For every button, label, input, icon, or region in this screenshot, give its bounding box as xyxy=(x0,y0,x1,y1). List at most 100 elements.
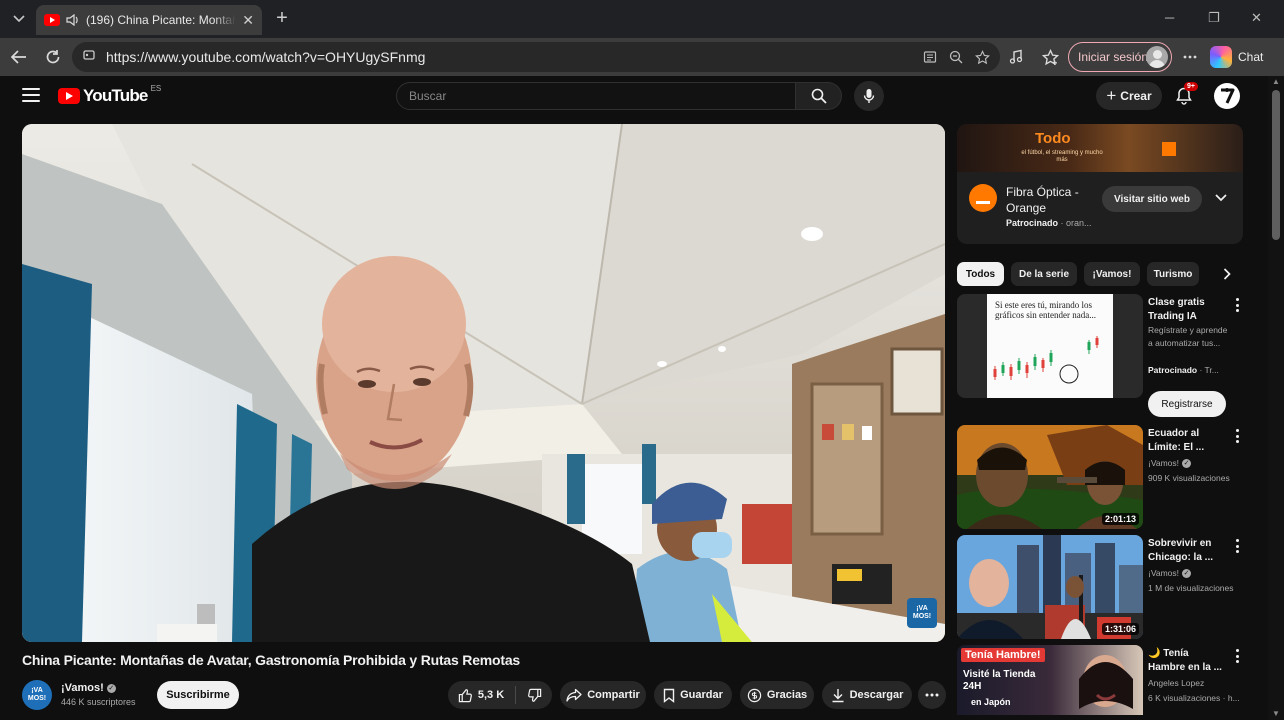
tab-close-icon[interactable]: ✕ xyxy=(242,13,254,27)
thanks-button[interactable]: Gracias xyxy=(740,681,814,709)
recommendation-item[interactable]: 2:01:13 Ecuador al Límite: El ... ¡Vamos… xyxy=(957,425,1243,531)
more-actions-button[interactable] xyxy=(918,681,946,709)
video-title: China Picante: Montañas de Avatar, Gastr… xyxy=(22,652,521,668)
video-player[interactable]: ¡VA MOS! xyxy=(22,124,945,642)
orange-logo-icon xyxy=(1162,142,1176,156)
sponsored-thumbnail[interactable]: Si este eres tú, mirando los gráficos si… xyxy=(957,294,1143,398)
new-tab-plus-icon[interactable]: + xyxy=(270,7,294,31)
youtube-logo[interactable]: YouTube ES xyxy=(58,84,161,106)
recommendation-thumbnail[interactable]: 2:01:13 xyxy=(957,425,1143,529)
dislike-button[interactable] xyxy=(527,688,542,703)
address-toolbar: https://www.youtube.com/watch?v=OHYUgySF… xyxy=(0,38,1284,76)
ad-meta: Patrocinado · oran... xyxy=(1006,218,1092,228)
recommendation-channel[interactable]: ¡Vamos! ✓ xyxy=(1148,458,1192,468)
download-button[interactable]: Descargar xyxy=(822,681,912,709)
video-frame xyxy=(22,124,945,642)
account-avatar[interactable] xyxy=(1214,83,1240,109)
register-button[interactable]: Registrarse xyxy=(1148,391,1226,417)
copilot-chat-button[interactable]: Chat xyxy=(1210,44,1263,70)
share-button[interactable]: Compartir xyxy=(560,681,646,709)
chip-de-la-serie[interactable]: De la serie xyxy=(1011,262,1077,286)
reader-view-icon[interactable] xyxy=(922,49,938,65)
notifications-button[interactable]: 9+ xyxy=(1172,82,1198,108)
speaker-icon[interactable] xyxy=(66,14,80,26)
back-arrow-icon[interactable] xyxy=(8,46,30,68)
zoom-icon[interactable] xyxy=(948,49,964,65)
scroll-up-arrow-icon[interactable]: ▲ xyxy=(1272,78,1280,86)
account-logo-icon xyxy=(1221,88,1235,104)
thumb-headline: Tenía Hambre! xyxy=(961,648,1045,662)
recommendation-channel[interactable]: ¡Vamos! ✓ xyxy=(1148,568,1192,578)
subscriber-count: 446 K suscriptores xyxy=(61,697,136,707)
scrollbar-thumb[interactable] xyxy=(1272,90,1280,240)
chip-turismo[interactable]: Turismo xyxy=(1147,262,1199,286)
voice-search-button[interactable] xyxy=(854,81,884,111)
channel-name[interactable]: ¡Vamos! ✓ xyxy=(61,682,116,694)
recommendation-thumbnail[interactable]: 1:31:06 xyxy=(957,535,1143,639)
recommendation-thumbnail[interactable]: Tenía Hambre! Visité la Tienda 24H en Ja… xyxy=(957,645,1143,715)
ad-banner-headline: Todo xyxy=(1035,130,1071,147)
address-bar[interactable]: https://www.youtube.com/watch?v=OHYUgySF… xyxy=(72,42,1000,72)
recommendation-channel[interactable]: Angeles Lopez xyxy=(1148,678,1204,688)
favorites-collection-icon[interactable] xyxy=(1040,47,1060,67)
recommendation-item[interactable]: 1:31:06 Sobrevivir en Chicago: la ... ¡V… xyxy=(957,535,1243,641)
like-button[interactable]: 5,3 K xyxy=(458,688,504,703)
sponsored-meta: Patrocinado · Tr... xyxy=(1148,365,1219,375)
recommendation-channel-name: Angeles Lopez xyxy=(1148,678,1205,688)
scroll-down-arrow-icon[interactable]: ▼ xyxy=(1272,710,1280,718)
guide-menu-icon[interactable] xyxy=(22,88,40,102)
recommendation-more-icon[interactable] xyxy=(1233,429,1241,443)
bookmark-icon xyxy=(663,688,675,703)
create-button[interactable]: + Crear xyxy=(1096,82,1162,110)
channel-avatar[interactable]: ¡VA MOS! xyxy=(22,680,52,710)
signin-label: Iniciar sesión xyxy=(1078,50,1149,64)
verified-check-icon: ✓ xyxy=(1182,458,1192,468)
subscribe-button[interactable]: Suscribirme xyxy=(157,681,239,709)
sponsored-label: Patrocinado xyxy=(1148,365,1198,375)
recommendation-title[interactable]: Sobrevivir en Chicago: la ... xyxy=(1148,537,1228,565)
sponsored-ad-card[interactable]: Todo el fútbol, el streaming y mucho más… xyxy=(957,124,1243,244)
plus-icon: + xyxy=(1106,86,1117,105)
site-info-icon[interactable] xyxy=(82,48,96,67)
sponsored-title[interactable]: Clase gratis Trading IA xyxy=(1148,296,1228,324)
search-icon xyxy=(811,88,827,104)
save-button[interactable]: Guardar xyxy=(654,681,732,709)
page-scrollbar[interactable]: ▲ ▼ xyxy=(1268,76,1284,720)
favorite-star-icon[interactable] xyxy=(974,49,990,65)
browser-tab-active[interactable]: (196) China Picante: Montañas de Avatar … xyxy=(36,5,262,35)
sponsored-more-icon[interactable] xyxy=(1233,298,1241,312)
ad-expand-chevron-icon[interactable] xyxy=(1213,190,1229,206)
recommendation-more-icon[interactable] xyxy=(1233,649,1241,663)
window-close-icon[interactable]: ✕ xyxy=(1251,10,1262,26)
minimize-icon[interactable]: ─ xyxy=(1165,10,1174,25)
recommendation-more-icon[interactable] xyxy=(1233,539,1241,553)
ad-sponsored-label: Patrocinado xyxy=(1006,218,1059,228)
media-control-icon[interactable] xyxy=(1006,47,1026,67)
recommendation-title[interactable]: 🌙 Tenía Hambre en la ... xyxy=(1148,647,1228,675)
sponsored-description: Regístrate y aprende a automatizar tus..… xyxy=(1148,325,1228,348)
tab-list-chevron-icon[interactable] xyxy=(6,6,32,32)
chip-vamos[interactable]: ¡Vamos! xyxy=(1084,262,1140,286)
browser-tab-bar: (196) China Picante: Montañas de Avatar … xyxy=(0,0,1284,38)
visit-site-button[interactable]: Visitar sitio web xyxy=(1102,186,1202,212)
search-input[interactable]: Buscar xyxy=(396,82,796,110)
channel-watermark[interactable]: ¡VA MOS! xyxy=(907,598,937,628)
search-button[interactable] xyxy=(796,82,842,110)
recommendation-views: 1 M de visualizaciones xyxy=(1148,583,1234,593)
ad-title[interactable]: Fibra Óptica - Orange xyxy=(1006,184,1096,216)
youtube-page: YouTube ES Buscar + Crear 9+ ¡VA MOS! Ch… xyxy=(0,76,1284,720)
chips-next-arrow-icon[interactable] xyxy=(1217,264,1237,284)
signin-button[interactable]: Iniciar sesión xyxy=(1068,42,1172,72)
more-menu-icon[interactable] xyxy=(1180,47,1200,67)
reload-icon[interactable] xyxy=(42,46,64,68)
ad-banner-image[interactable]: Todo el fútbol, el streaming y mucho más xyxy=(957,124,1243,172)
restore-icon[interactable]: ❐ xyxy=(1208,10,1220,26)
recommendation-item[interactable]: Tenía Hambre! Visité la Tienda 24H en Ja… xyxy=(957,645,1243,715)
chip-todos[interactable]: Todos xyxy=(957,262,1004,286)
copilot-logo-icon xyxy=(1210,46,1232,68)
sponsored-recommendation[interactable]: Si este eres tú, mirando los gráficos si… xyxy=(957,294,1243,422)
notification-badge: 9+ xyxy=(1184,82,1198,91)
advertiser-logo[interactable] xyxy=(969,184,997,212)
download-label: Descargar xyxy=(849,689,904,701)
recommendation-title[interactable]: Ecuador al Límite: El ... xyxy=(1148,427,1228,455)
